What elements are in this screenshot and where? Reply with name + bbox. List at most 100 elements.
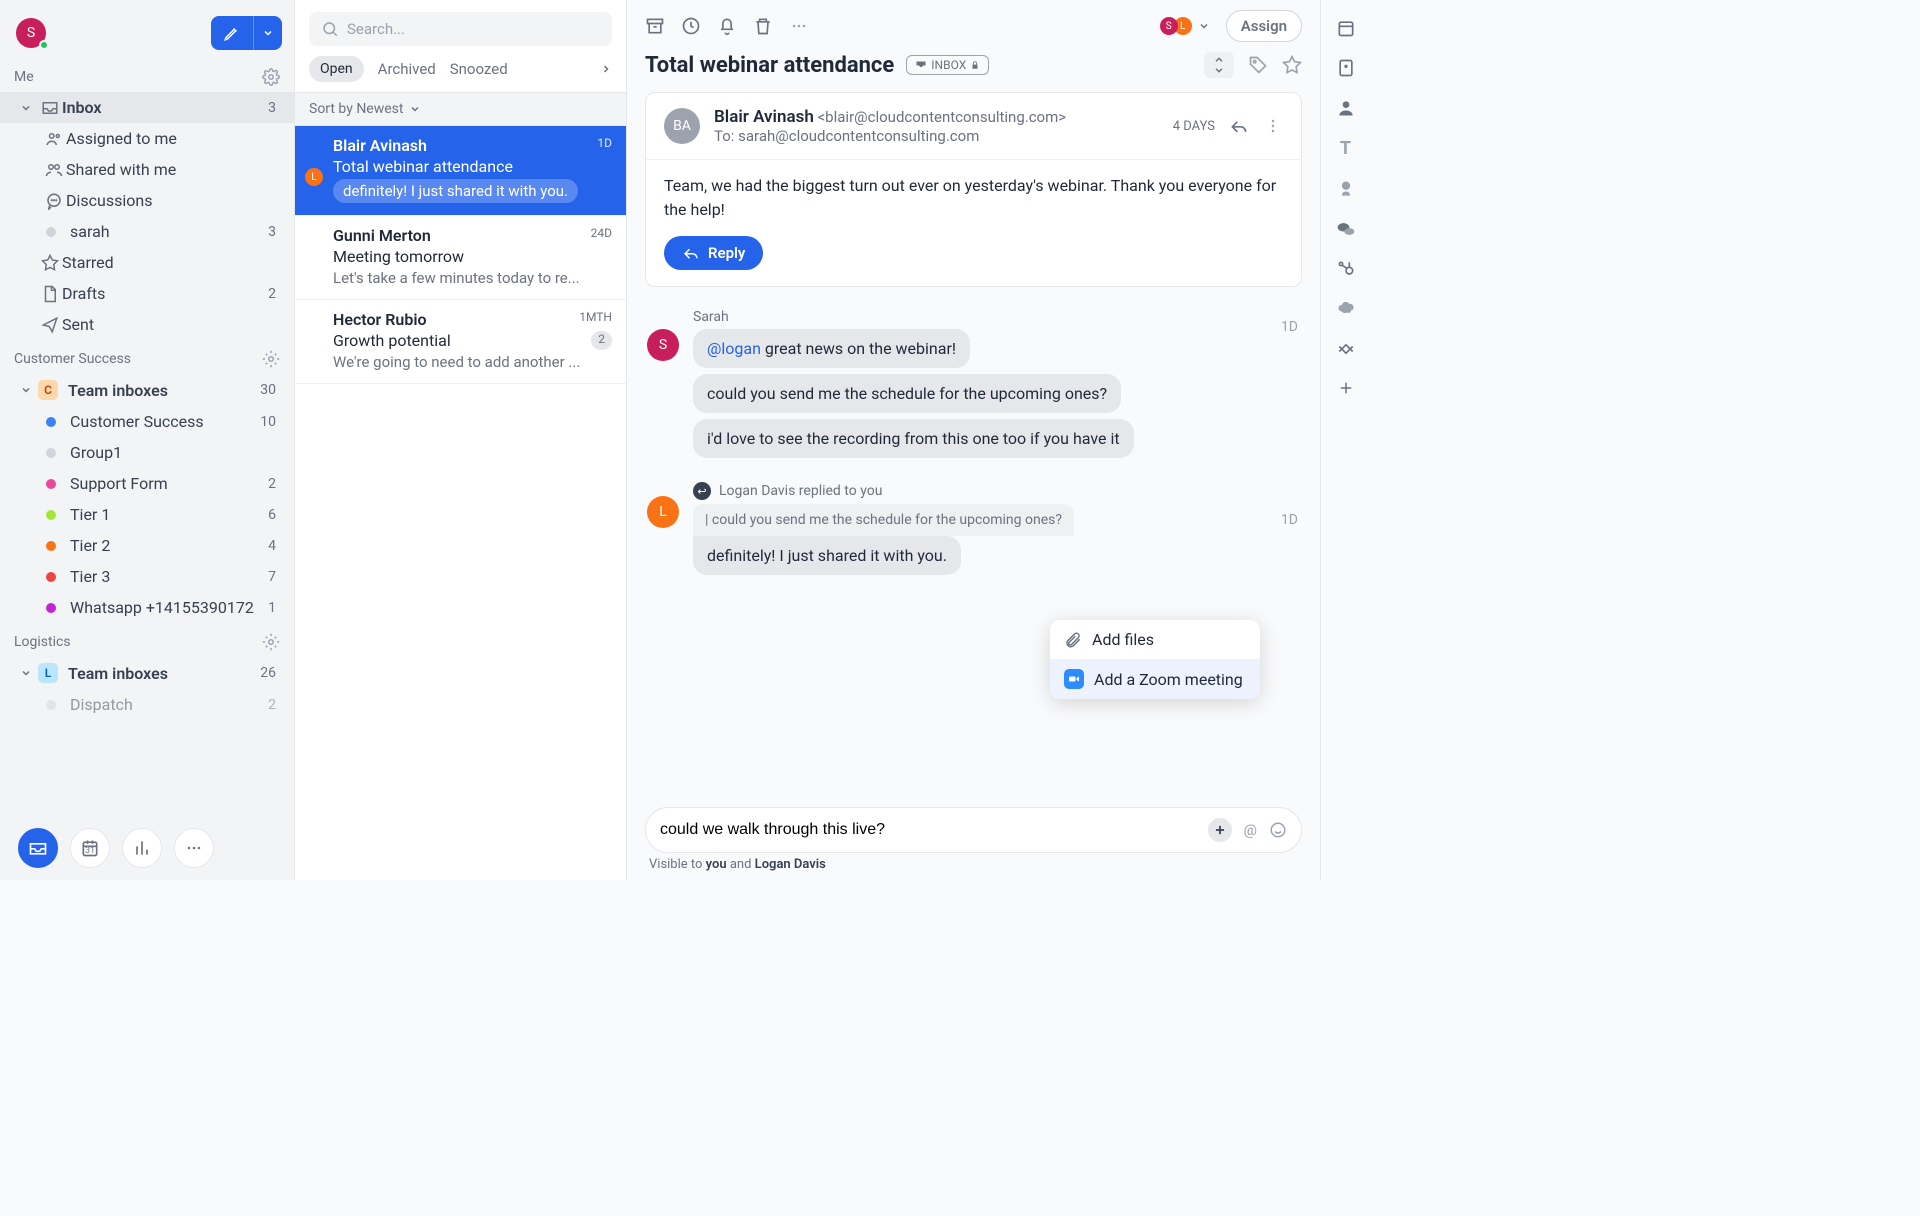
plus-icon[interactable]: [1208, 818, 1232, 842]
search-input[interactable]: Search...: [309, 12, 612, 46]
gear-icon[interactable]: [262, 68, 280, 86]
more-vertical-icon[interactable]: [1263, 116, 1283, 136]
email-message: BA Blair Avinash <blair@cloudcontentcons…: [645, 92, 1302, 287]
add-app-icon[interactable]: [1337, 379, 1355, 397]
trash-icon[interactable]: [753, 16, 773, 36]
nav-dispatch[interactable]: Dispatch 2: [0, 689, 294, 720]
app-icon[interactable]: [1336, 339, 1356, 359]
avatar: S: [647, 329, 679, 361]
users-icon: [42, 161, 66, 179]
sidebar-item[interactable]: Support Form2: [0, 468, 294, 499]
hubspot-app-icon[interactable]: [1336, 259, 1356, 279]
email-body: Team, we had the biggest turn out ever o…: [646, 160, 1301, 236]
conversation-item[interactable]: Gunni Merton24D Meeting tomorrow Let's t…: [295, 216, 626, 300]
reply-button[interactable]: Reply: [664, 236, 763, 270]
chevron-right-icon[interactable]: [600, 63, 612, 75]
conversation-item[interactable]: L Blair Avinash1D Total webinar attendan…: [295, 126, 626, 216]
tag-icon[interactable]: [1248, 55, 1268, 75]
conversation-list: Search... Open Archived Snoozed Sort by …: [295, 0, 627, 880]
gear-icon[interactable]: [262, 633, 280, 651]
chevron-down-icon: [1198, 20, 1210, 32]
inbox-icon: [38, 99, 62, 117]
mention-icon[interactable]: @: [1244, 821, 1257, 839]
expand-icon[interactable]: [1204, 52, 1234, 78]
nav-inbox-count: 3: [268, 100, 280, 116]
dot-icon: [46, 603, 56, 613]
tab-archived[interactable]: Archived: [378, 60, 436, 78]
nav-shared[interactable]: Shared with me: [0, 154, 294, 185]
reply-icon: ↩: [693, 482, 711, 500]
assistant-app-icon[interactable]: [1336, 179, 1356, 199]
nav-drafts[interactable]: Drafts 2: [0, 278, 294, 309]
sidebar-item[interactable]: Tier 16: [0, 499, 294, 530]
send-icon: [38, 316, 62, 334]
sidebar: S Me Inbox 3: [0, 0, 295, 880]
nav-sent[interactable]: Sent: [0, 309, 294, 340]
gear-icon[interactable]: [262, 350, 280, 368]
tab-snoozed[interactable]: Snoozed: [450, 60, 508, 78]
inbox-view-button[interactable]: [18, 828, 58, 868]
sidebar-item[interactable]: Whatsapp +141553901721: [0, 592, 294, 623]
comment-time: 1D: [1281, 512, 1298, 528]
avatar: L: [305, 168, 323, 186]
add-files-item[interactable]: Add files: [1050, 620, 1260, 659]
user-avatar[interactable]: S: [16, 18, 46, 48]
chevron-down-icon[interactable]: [254, 16, 282, 50]
dot-icon: [46, 479, 56, 489]
more-icon[interactable]: [789, 16, 809, 36]
add-zoom-item[interactable]: Add a Zoom meeting: [1050, 659, 1260, 699]
section-me-title: Me: [14, 69, 34, 85]
chat-app-icon[interactable]: [1336, 219, 1356, 239]
archive-icon[interactable]: [645, 16, 665, 36]
user-icon: [42, 130, 66, 148]
star-icon[interactable]: [1282, 55, 1302, 75]
sidebar-item[interactable]: Tier 37: [0, 561, 294, 592]
comment-composer[interactable]: @: [645, 807, 1302, 853]
compose-button[interactable]: [211, 16, 282, 50]
tab-open[interactable]: Open: [309, 56, 364, 82]
participants[interactable]: S L: [1160, 17, 1210, 35]
star-icon: [38, 254, 62, 272]
sort-dropdown[interactable]: Sort by Newest: [295, 92, 626, 126]
comment-bubble: could you send me the schedule for the u…: [693, 374, 1121, 413]
calendar-view-button[interactable]: 31: [70, 828, 110, 868]
conversation-detail: S L Assign Total webinar attendance INBO…: [627, 0, 1320, 880]
dot-icon: [46, 510, 56, 520]
composer-input[interactable]: [660, 821, 1196, 839]
more-button[interactable]: [174, 828, 214, 868]
bell-icon[interactable]: [717, 16, 737, 36]
dot-icon: [46, 227, 56, 237]
contacts-app-icon[interactable]: [1336, 58, 1356, 78]
avatar: L: [647, 496, 679, 528]
sidebar-item[interactable]: Customer Success10: [0, 406, 294, 437]
snooze-icon[interactable]: [681, 16, 701, 36]
analytics-button[interactable]: [122, 828, 162, 868]
assign-button[interactable]: Assign: [1226, 10, 1302, 42]
salesforce-app-icon[interactable]: [1336, 299, 1356, 319]
chevron-down-icon: [14, 384, 38, 396]
nav-assigned[interactable]: Assigned to me: [0, 123, 294, 154]
person-app-icon[interactable]: [1336, 98, 1356, 118]
sidebar-item[interactable]: Group1: [0, 437, 294, 468]
calendar-app-icon[interactable]: [1336, 18, 1356, 38]
text-app-icon[interactable]: T: [1340, 138, 1351, 159]
nav-starred[interactable]: Starred: [0, 247, 294, 278]
attachment-popup: Add files Add a Zoom meeting: [1050, 620, 1260, 699]
status-dot: [39, 40, 49, 50]
conversation-item[interactable]: Hector Rubio1MTH Growth potential2 We're…: [295, 300, 626, 384]
nav-log-team[interactable]: L Team inboxes 26: [0, 657, 294, 689]
app-rail: T: [1320, 0, 1370, 880]
sidebar-item[interactable]: Tier 24: [0, 530, 294, 561]
nav-discussions[interactable]: Discussions: [0, 185, 294, 216]
emoji-icon[interactable]: [1269, 821, 1287, 839]
nav-sarah[interactable]: sarah 3: [0, 216, 294, 247]
file-icon: [38, 285, 62, 303]
nav-cs-team[interactable]: C Team inboxes 30: [0, 374, 294, 406]
pencil-icon[interactable]: [211, 16, 254, 50]
nav-inbox[interactable]: Inbox 3: [0, 92, 294, 123]
quoted-comment: | could you send me the schedule for the…: [693, 504, 1074, 536]
comment-time: 1D: [1281, 319, 1298, 335]
reply-arrow-icon[interactable]: [1229, 116, 1249, 136]
chevron-down-icon: [409, 103, 421, 115]
dot-icon: [46, 417, 56, 427]
